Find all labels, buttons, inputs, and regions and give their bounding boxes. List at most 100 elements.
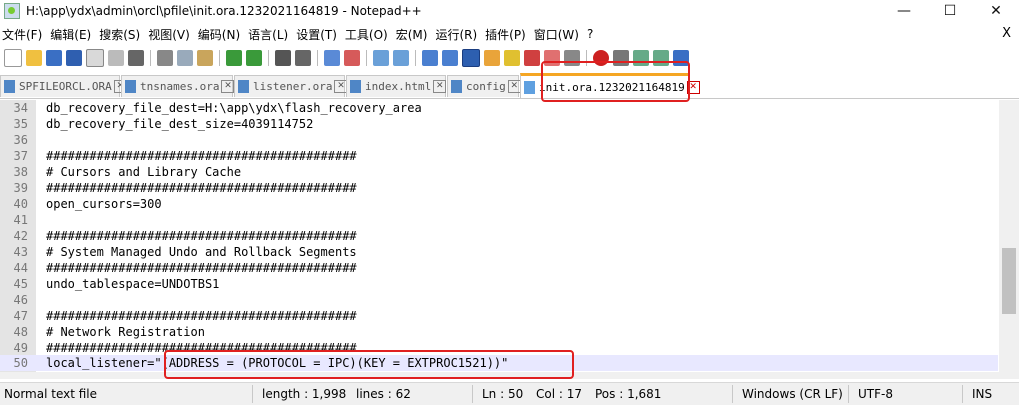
toolbar-separator (150, 50, 151, 66)
doc-map-icon[interactable] (504, 50, 520, 66)
paste-icon[interactable] (197, 50, 213, 66)
text-editor[interactable]: 34 db_recovery_file_dest=H:\app\ydx\flash… (0, 100, 1019, 379)
encoding-status: UTF-8 (858, 387, 893, 401)
close-all-icon[interactable] (108, 50, 124, 66)
vertical-scrollbar[interactable] (999, 100, 1019, 379)
close-file-icon[interactable] (86, 49, 104, 67)
menu-plugins[interactable]: 插件(P) (485, 26, 532, 43)
code-text: db_recovery_file_dest_size=4039114752 (46, 117, 314, 131)
tab-label: listener.ora (253, 80, 333, 93)
code-line[interactable]: 44 ######################################… (0, 260, 998, 276)
status-bar: Normal text file length : 1,998 lines : … (0, 382, 1019, 405)
code-line[interactable]: 37 ######################################… (0, 148, 998, 164)
redo-icon[interactable] (246, 50, 262, 66)
position-status: Pos : 1,681 (595, 387, 662, 401)
tab-index-html[interactable]: index.html ✕ (346, 75, 447, 97)
menu-macro[interactable]: 宏(M) (396, 26, 434, 43)
code-text: undo_tablespace=UNDOTBS1 (46, 277, 220, 291)
file-type-status: Normal text file (4, 387, 98, 401)
code-line[interactable]: 40 open_cursors=300 (0, 196, 998, 212)
code-line[interactable]: 38 # Cursors and Library Cache (0, 164, 998, 180)
menu-edit[interactable]: 编辑(E) (50, 26, 97, 43)
print-icon[interactable] (128, 50, 144, 66)
menu-encoding[interactable]: 编码(N) (198, 26, 246, 43)
code-line[interactable]: 36 (0, 132, 998, 148)
menu-window[interactable]: 窗口(W) (534, 26, 585, 43)
notepadpp-app-icon (4, 3, 20, 19)
open-file-icon[interactable] (26, 50, 42, 66)
code-line[interactable]: 45 undo_tablespace=UNDOTBS1 (0, 276, 998, 292)
line-number: 36 (13, 133, 28, 147)
save-all-icon[interactable] (66, 50, 82, 66)
tab-close-icon[interactable]: ✕ (433, 80, 447, 93)
line-number: 35 (13, 117, 28, 131)
code-text: ########################################… (46, 309, 357, 323)
menu-view[interactable]: 视图(V) (148, 26, 196, 43)
replace-icon[interactable] (295, 50, 311, 66)
indent-guide-icon[interactable] (462, 49, 480, 67)
tab-label: tnsnames.ora (140, 80, 220, 93)
line-number: 40 (13, 197, 28, 211)
menu-run[interactable]: 运行(R) (435, 26, 483, 43)
function-list-icon[interactable] (524, 50, 540, 66)
menu-language[interactable]: 语言(L) (248, 26, 294, 43)
title-bar: H:\app\ydx\admin\orcl\pfile\init.ora.123… (0, 0, 1019, 22)
file-icon (4, 80, 15, 93)
tab-listener[interactable]: listener.ora ✕ (234, 75, 348, 97)
menu-bar: 文件(F) 编辑(E) 搜索(S) 视图(V) 编码(N) 语言(L) 设置(T… (0, 23, 1019, 45)
tab-close-icon[interactable]: ✕ (221, 80, 235, 93)
undo-icon[interactable] (226, 50, 242, 66)
status-separator (848, 385, 849, 403)
save-icon[interactable] (46, 50, 62, 66)
menu-help[interactable]: ? (587, 27, 599, 41)
tab-close-icon[interactable]: ✕ (507, 80, 521, 93)
line-position-status: Ln : 50 (482, 387, 524, 401)
scrollbar-thumb[interactable] (1002, 248, 1016, 314)
code-line[interactable]: 41 (0, 212, 998, 228)
code-line[interactable]: 43 # System Managed Undo and Rollback Seg… (0, 244, 998, 260)
tab-config[interactable]: config ✕ (447, 75, 521, 97)
tab-tnsnames[interactable]: tnsnames.ora ✕ (121, 75, 235, 97)
annotation-box-local-listener (164, 350, 574, 379)
word-wrap-icon[interactable] (422, 50, 438, 66)
zoom-in-icon[interactable] (324, 50, 340, 66)
line-number: 43 (13, 245, 28, 259)
menu-search[interactable]: 搜索(S) (99, 26, 146, 43)
code-line[interactable]: 46 (0, 292, 998, 308)
show-all-chars-icon[interactable] (442, 50, 458, 66)
menu-settings[interactable]: 设置(T) (296, 26, 343, 43)
tab-label: SPFILEORCL.ORA (19, 80, 112, 93)
status-separator (962, 385, 963, 403)
maximize-button[interactable]: ☐ (927, 0, 973, 22)
line-number: 41 (13, 213, 28, 227)
code-line[interactable]: 34 db_recovery_file_dest=H:\app\ydx\flash… (0, 100, 998, 116)
eol-format-status: Windows (CR LF) (742, 387, 843, 401)
tab-spfileorcl[interactable]: SPFILEORCL.ORA ✕ (0, 75, 127, 97)
code-line[interactable]: 42 ######################################… (0, 228, 998, 244)
copy-icon[interactable] (177, 50, 193, 66)
sync-vertical-icon[interactable] (373, 50, 389, 66)
close-document-button[interactable]: X (1002, 23, 1011, 45)
minimize-button[interactable]: — (881, 0, 927, 22)
code-text: ########################################… (46, 181, 357, 195)
code-line[interactable]: 35 db_recovery_file_dest_size=4039114752 (0, 116, 998, 132)
file-icon (238, 80, 249, 93)
close-button[interactable]: ✕ (973, 0, 1019, 22)
menu-file[interactable]: 文件(F) (2, 26, 48, 43)
code-line[interactable]: 39 ######################################… (0, 180, 998, 196)
sync-horizontal-icon[interactable] (393, 50, 409, 66)
toolbar-separator (219, 50, 220, 66)
code-text: ########################################… (46, 229, 357, 243)
new-file-icon[interactable] (4, 49, 22, 67)
line-number: 48 (13, 325, 28, 339)
find-icon[interactable] (275, 50, 291, 66)
window-title: H:\app\ydx\admin\orcl\pfile\init.ora.123… (26, 4, 422, 18)
menu-tools[interactable]: 工具(O) (345, 26, 394, 43)
annotation-box-active-tab (541, 61, 690, 102)
code-line[interactable]: 47 ######################################… (0, 308, 998, 324)
line-number: 45 (13, 277, 28, 291)
code-line[interactable]: 48 # Network Registration (0, 324, 998, 340)
zoom-out-icon[interactable] (344, 50, 360, 66)
language-icon[interactable] (484, 50, 500, 66)
cut-icon[interactable] (157, 50, 173, 66)
